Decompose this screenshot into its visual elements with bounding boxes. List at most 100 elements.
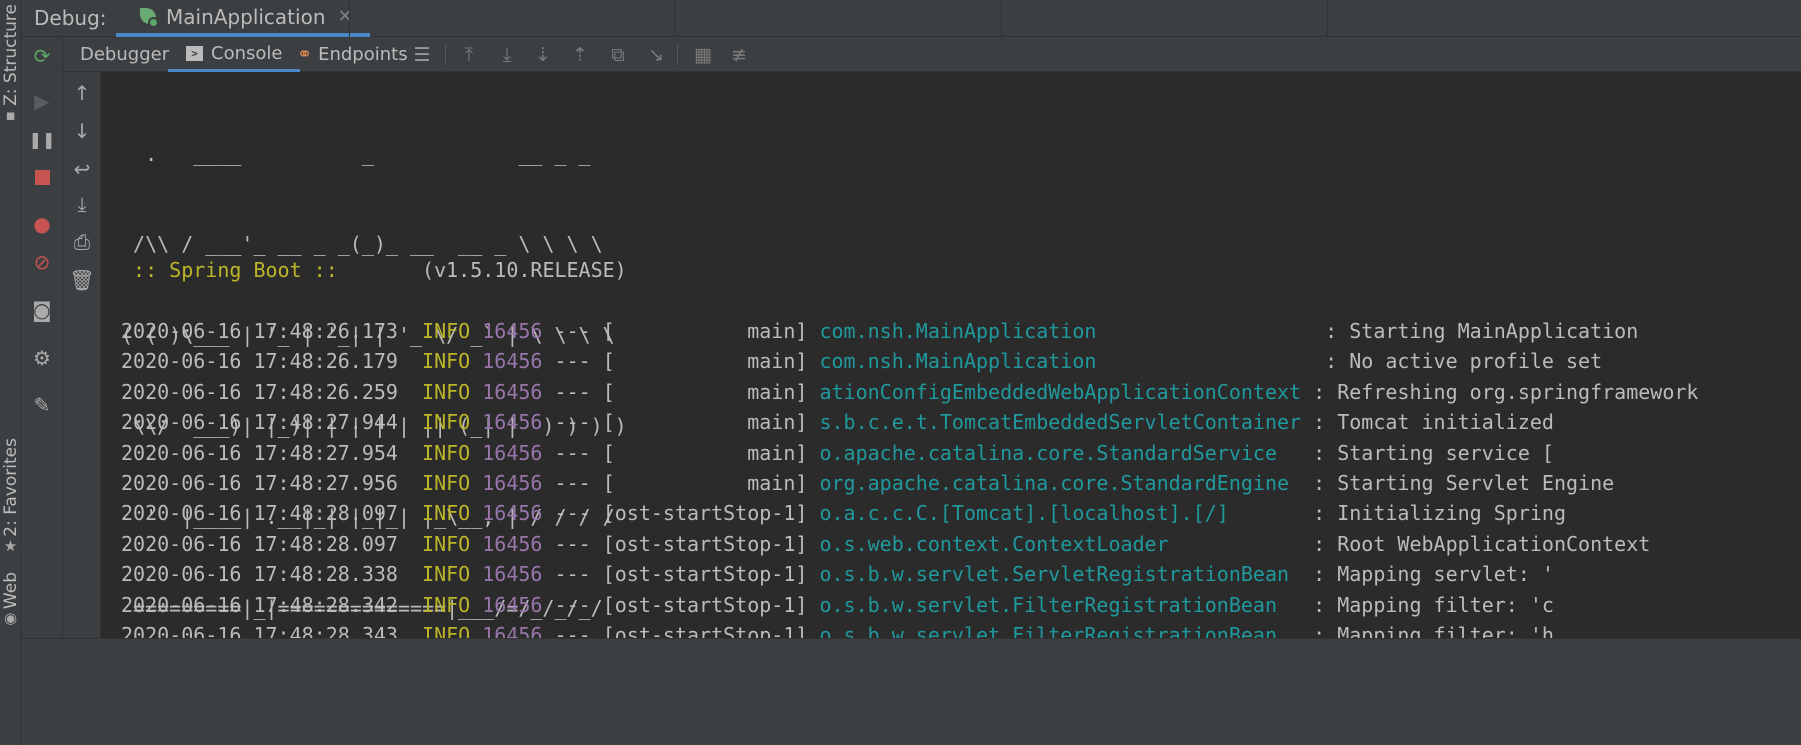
banner-line: . ____ _ __ _ _ [121,141,591,166]
log-ts: 2020-06-16 17:48:28.097 [121,501,398,526]
log-thr: [ost-startStop-1] [602,623,808,638]
trace-icon[interactable]: ≢ [724,37,754,72]
scroll-to-end-icon[interactable]: ⤓ [63,189,101,219]
log-msg: Starting Servlet Engine [1337,471,1615,495]
pin-icon[interactable]: ✎ [21,389,63,421]
log-thr: [ main] [602,410,808,435]
log-thr: [ main] [602,379,808,404]
endpoints-icon: ⚭ [297,44,313,65]
run-config-tab[interactable]: MainApplication ✕ [116,0,370,37]
log-thr: [ main] [602,440,808,465]
bottom-tool-bar [21,638,1801,745]
tab-endpoints[interactable]: ⚭ Endpoints [297,37,408,72]
log-lvl: INFO [422,319,471,343]
pause-icon[interactable]: ❚❚ [21,123,63,155]
log-line: 2020-06-16 17:48:28.097 INFO 16456 --- [… [121,501,1566,526]
console-output[interactable]: . ____ _ __ _ _ /\\ / ___'_ __ _ _(_)_ _… [101,72,1801,638]
header-divider [1001,0,1002,37]
log-msg: Initializing Spring [1337,501,1566,526]
toolbar-separator [677,45,678,65]
run-config-label: MainApplication [166,4,326,29]
debug-header: Debug: MainApplication ✕ [21,0,1801,37]
show-execution-point-icon[interactable]: ⤒ [454,37,484,72]
tab-debugger[interactable]: Debugger [80,37,169,72]
header-divider [1327,0,1328,37]
log-lg: o.s.b.w.servlet.FilterRegistrationBean [819,623,1302,638]
log-pid: 16456 [482,410,543,435]
star-icon: ★ [3,536,18,555]
step-into-icon[interactable]: ⇣ [528,37,558,72]
log-thr: [ost-startStop-1] [602,562,808,587]
log-ts: 2020-06-16 17:48:26.259 [121,379,398,404]
log-line: 2020-06-16 17:48:27.954 INFO 16456 --- [… [121,440,1554,465]
log-lvl: INFO [422,410,471,435]
structure-tab[interactable]: Z: Structure ▪ [0,4,21,124]
log-ts: 2020-06-16 17:48:28.097 [121,531,398,556]
drop-frame-icon[interactable]: ⧉ [603,37,633,72]
log-thr: [ost-startStop-1] [602,592,808,617]
log-ts: 2020-06-16 17:48:28.338 [121,562,398,587]
gear-icon[interactable]: ⚙ [21,342,63,374]
spring-boot-label: :: Spring Boot :: [121,258,350,282]
log-lvl: INFO [422,501,471,526]
tab-console-label: Console [211,42,283,64]
web-tab-label: Web [0,572,21,610]
tab-console[interactable]: > Console [168,37,301,72]
log-pid: 16456 [482,562,543,587]
log-pid: 16456 [482,319,543,343]
log-thr: [ost-startStop-1] [602,501,808,526]
step-out-icon[interactable]: ⇡ [565,37,595,72]
log-ts: 2020-06-16 17:48:28.343 [121,623,398,638]
print-icon[interactable]: ⎙ [63,227,101,257]
mute-breakpoints-icon[interactable]: ⊘ [21,246,63,278]
debug-toolbar: Debugger > Console ⚭ Endpoints ☰ ⤒ ⤓ ⇣ ⇡… [63,37,1801,72]
log-lvl: INFO [422,349,471,374]
log-msg: Root WebApplicationContext [1337,531,1651,556]
log-pid: 16456 [482,501,543,526]
log-msg: Mapping filter: 'c [1337,592,1554,617]
stop-icon[interactable] [21,161,63,193]
log-ts: 2020-06-16 17:48:27.956 [121,471,398,495]
log-pid: 16456 [482,349,543,374]
close-icon[interactable]: ✕ [338,6,353,27]
up-arrow-icon[interactable]: ↑ [63,78,101,108]
camera-icon[interactable]: ◙ [21,294,63,326]
log-pid: 16456 [482,623,543,638]
rerun-icon[interactable]: ⟳ [21,40,63,72]
log-lvl: INFO [422,471,471,495]
threads-menu-icon[interactable]: ☰ [407,37,437,72]
log-pid: 16456 [482,471,543,495]
log-line: 2020-06-16 17:48:27.944 INFO 16456 --- [… [121,410,1554,435]
trash-icon[interactable]: 🗑 [63,265,101,295]
debug-label: Debug: [34,6,107,30]
log-msg: Starting service [ [1337,440,1554,465]
banner-line: /\\ / ___'_ __ _ _(_)_ __ __ _ \ \ \ \ [121,232,603,257]
run-to-cursor-icon[interactable]: ↘ [641,37,671,72]
log-line: 2020-06-16 17:48:28.338 INFO 16456 --- [… [121,562,1554,587]
log-lg: org.apache.catalina.core.StandardEngine [819,471,1302,495]
log-ts: 2020-06-16 17:48:27.944 [121,410,398,435]
log-lvl: INFO [422,440,471,465]
log-lvl: INFO [422,592,471,617]
log-thr: [ main] [602,349,808,374]
log-lvl: INFO [422,379,471,404]
tab-endpoints-label: Endpoints [318,44,408,65]
step-over-icon[interactable]: ⤓ [492,37,522,72]
view-breakpoints-icon[interactable]: ● [21,208,63,240]
resume-icon[interactable]: ▶ [21,85,63,117]
structure-tab-label: Z: Structure [0,4,21,106]
log-lvl: INFO [422,531,471,556]
log-thr: [ main] [602,471,808,495]
log-lg: o.s.web.context.ContextLoader [819,531,1302,556]
down-arrow-icon[interactable]: ↓ [63,116,101,146]
evaluate-expression-icon[interactable]: ▦ [688,37,718,72]
log-msg: Starting MainApplication [1349,319,1639,343]
soft-wrap-icon[interactable]: ↩ [63,154,101,184]
web-tab[interactable]: Web ◉ [0,572,21,627]
log-lvl: INFO [422,562,471,587]
log-msg: Mapping servlet: ' [1337,562,1554,587]
web-icon: ◉ [3,609,18,628]
toolbar-separator [445,45,446,65]
favorites-tab[interactable]: 2: Favorites ★ [0,438,21,555]
header-divider [349,0,350,37]
